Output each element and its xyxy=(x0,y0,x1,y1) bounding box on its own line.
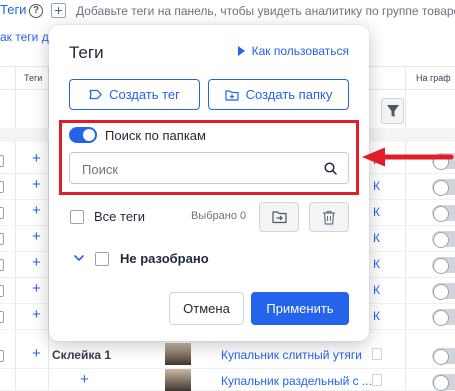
play-icon xyxy=(237,46,245,56)
add-tag-plus-icon[interactable]: + xyxy=(32,202,41,219)
add-tag-plus-icon[interactable]: + xyxy=(32,150,41,167)
row-square xyxy=(372,348,382,360)
folder-search-label: Поиск по папкам xyxy=(105,128,206,143)
add-tag-plus-icon[interactable]: + xyxy=(32,228,41,245)
create-folder-label: Создать папку xyxy=(245,87,333,102)
selected-count: Выбрано 0 xyxy=(191,210,247,222)
add-tag-plus-icon[interactable]: + xyxy=(32,176,41,193)
column-on-graph: На граф xyxy=(416,73,451,83)
apply-button[interactable]: Применить xyxy=(251,292,349,325)
search-input[interactable] xyxy=(82,160,312,178)
folder-move-icon xyxy=(272,211,287,224)
create-tag-label: Создать тег xyxy=(109,87,180,102)
move-to-folder-button[interactable] xyxy=(259,202,299,232)
add-tag-plus-icon[interactable]: + xyxy=(32,254,41,271)
how-to-label: Как пользоваться xyxy=(251,44,349,58)
row-square xyxy=(372,374,382,386)
row-link-fragment[interactable]: К xyxy=(373,283,380,297)
row-link-fragment[interactable]: К xyxy=(373,257,380,271)
filter-icon xyxy=(387,105,399,117)
add-tag-plus-icon[interactable]: + xyxy=(51,3,66,18)
unsorted-folder-label: Не разобрано xyxy=(120,251,209,266)
screen: Теги ? + Добавьте теги на панель, чтобы … xyxy=(0,0,455,391)
graph-toggle[interactable] xyxy=(432,374,455,391)
row-checkbox[interactable] xyxy=(0,350,4,362)
graph-toggle[interactable] xyxy=(432,257,455,274)
delete-button[interactable] xyxy=(309,202,349,232)
product-thumbnail xyxy=(165,369,191,391)
add-tag-plus-icon[interactable]: + xyxy=(32,306,41,323)
table-row: + Купальник раздельный с ... xyxy=(0,369,455,391)
graph-toggle[interactable] xyxy=(432,205,455,222)
all-tags-checkbox[interactable] xyxy=(70,210,84,224)
row-checkbox[interactable] xyxy=(0,285,4,297)
tags-hint: Добавьте теги на панель, чтобы увидеть а… xyxy=(76,4,455,18)
column-tags: Теги xyxy=(24,73,43,83)
tag-icon xyxy=(89,89,102,100)
row-checkbox[interactable] xyxy=(0,311,4,323)
all-tags-label: Все теги xyxy=(94,209,146,224)
graph-toggle[interactable] xyxy=(432,283,455,300)
row-checkbox[interactable] xyxy=(0,207,4,219)
unsorted-checkbox[interactable] xyxy=(95,252,109,266)
row-tag-chip[interactable]: Склейка 1 xyxy=(52,348,111,362)
arrow-left-icon xyxy=(362,147,454,167)
help-icon[interactable]: ? xyxy=(29,4,43,18)
product-link[interactable]: Купальник слитный утяги xyxy=(221,348,362,362)
graph-toggle[interactable] xyxy=(432,179,455,196)
add-tags-link[interactable]: ак теги д xyxy=(0,30,49,44)
top-bar: Теги ? + Добавьте теги на панель, чтобы … xyxy=(0,0,455,22)
folder-plus-icon xyxy=(225,89,239,101)
product-thumbnail xyxy=(165,343,191,365)
row-link-fragment[interactable]: К xyxy=(373,309,380,323)
row-link-fragment[interactable]: К xyxy=(373,231,380,245)
add-tag-plus-icon[interactable]: + xyxy=(32,345,41,362)
search-field[interactable] xyxy=(69,152,349,184)
tags-modal: Теги Как пользоваться Создать тег Создат… xyxy=(49,25,369,341)
how-to-link[interactable]: Как пользоваться xyxy=(237,44,349,58)
folder-search-toggle[interactable] xyxy=(69,127,97,143)
row-link-fragment[interactable]: К xyxy=(373,179,380,193)
graph-toggle[interactable] xyxy=(432,231,455,248)
graph-toggle[interactable] xyxy=(432,348,455,365)
add-tag-plus-icon[interactable]: + xyxy=(32,280,41,297)
graph-toggle[interactable] xyxy=(432,309,455,326)
row-checkbox[interactable] xyxy=(0,181,4,193)
filter-button[interactable] xyxy=(381,98,404,124)
row-checkbox[interactable] xyxy=(0,259,4,271)
table-row: + Склейка 1 Купальник слитный утяги xyxy=(0,343,455,369)
row-checkbox[interactable] xyxy=(0,233,4,245)
trash-icon xyxy=(323,210,335,225)
tags-label[interactable]: Теги xyxy=(0,2,26,17)
create-folder-button[interactable]: Создать папку xyxy=(208,79,349,110)
row-checkbox[interactable] xyxy=(0,155,4,167)
row-link-fragment[interactable]: К xyxy=(373,205,380,219)
chevron-down-icon[interactable] xyxy=(73,252,85,264)
create-tag-button[interactable]: Создать тег xyxy=(69,79,200,110)
add-tag-plus-icon[interactable]: + xyxy=(80,371,89,388)
modal-title: Теги xyxy=(69,43,104,62)
search-icon[interactable] xyxy=(324,162,337,175)
cancel-button[interactable]: Отмена xyxy=(169,292,244,325)
product-link[interactable]: Купальник раздельный с ... xyxy=(221,374,372,388)
